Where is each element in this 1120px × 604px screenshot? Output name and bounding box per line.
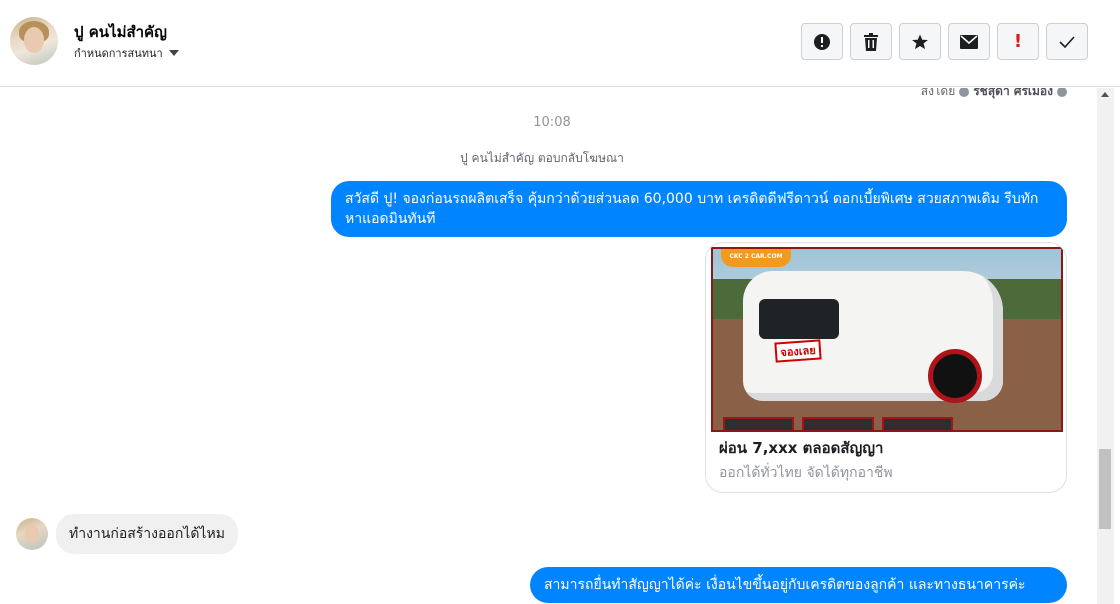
exclamation-icon: ! (1013, 31, 1023, 52)
assign-label: กำหนดการสนทนา (74, 47, 163, 60)
sent-by-line: ส่งโดย รชสุดา ศรีเมือง (921, 88, 1067, 101)
mark-spam-button[interactable] (801, 23, 843, 60)
conversation-toolbar: ! (801, 23, 1088, 60)
contact-avatar-small (16, 518, 48, 550)
delete-button[interactable] (850, 23, 892, 60)
mark-done-button[interactable] (1046, 23, 1088, 60)
message-bubble-incoming[interactable]: ทำงานก่อสร้างออกได้ไหม (56, 514, 238, 554)
ad-card-subtitle: ออกได้ทั่วไทย จัดได้ทุกอาชีพ (719, 465, 893, 481)
dealer-logo: CKC 2 CAR.COM (721, 249, 791, 267)
star-icon (912, 34, 928, 49)
mark-unread-button[interactable] (948, 23, 990, 60)
contact-name[interactable]: ปู คนไม่สำคัญ (74, 20, 167, 44)
message-bubble-outgoing[interactable]: สามารถยื่นทำสัญญาได้ค่ะ เงื่อนไขขึ้นอยู่… (530, 567, 1067, 603)
trash-icon (864, 32, 878, 51)
ad-reply-notice: ปู คนไม่สำคัญ ตอบกลับโฆษณา (460, 151, 624, 165)
thread-scrollbar[interactable] (1097, 88, 1114, 604)
check-icon (1059, 35, 1075, 48)
follow-up-button[interactable]: ! (997, 23, 1039, 60)
message-timestamp: 10:08 (533, 115, 571, 130)
assign-conversation-dropdown[interactable]: กำหนดการสนทนา (74, 44, 179, 62)
sent-by-name[interactable]: รชสุดา ศรีเมือง (973, 88, 1053, 101)
scroll-up-arrow-icon[interactable] (1101, 92, 1109, 97)
envelope-icon (960, 34, 978, 49)
message-thread: ส่งโดย รชสุดา ศรีเมือง 10:08 ปู คนไม่สำค… (0, 88, 1097, 604)
ad-card-title: ผ่อน 7,xxx ตลอดสัญญา (719, 439, 884, 457)
scrollbar-thumb[interactable] (1099, 449, 1111, 529)
inbox-conversation-view: ปู คนไม่สำคัญ กำหนดการสนทนา ! ส่งโดย รชส… (0, 0, 1120, 604)
conversation-header: ปู คนไม่สำคัญ กำหนดการสนทนา ! (0, 0, 1120, 87)
message-bubble-outgoing[interactable]: สวัสดี ปู! จองก่อนรถผลิตเสร็จ คุ้มกว่าด้… (331, 181, 1067, 237)
contact-avatar[interactable] (10, 17, 58, 65)
sent-by-prefix: ส่งโดย (920, 88, 956, 98)
book-now-stamp: จองเลย (774, 339, 822, 363)
chevron-down-icon (168, 50, 179, 56)
info-icon[interactable] (1057, 88, 1067, 97)
star-button[interactable] (899, 23, 941, 60)
alert-circle-icon (814, 33, 830, 50)
verified-icon (959, 88, 970, 97)
ad-preview-card[interactable]: CKC 2 CAR.COM จองเลย ผ่อน 7,xxx ตลอดสัญญ… (705, 242, 1067, 493)
ad-image[interactable]: CKC 2 CAR.COM จองเลย (711, 247, 1063, 432)
